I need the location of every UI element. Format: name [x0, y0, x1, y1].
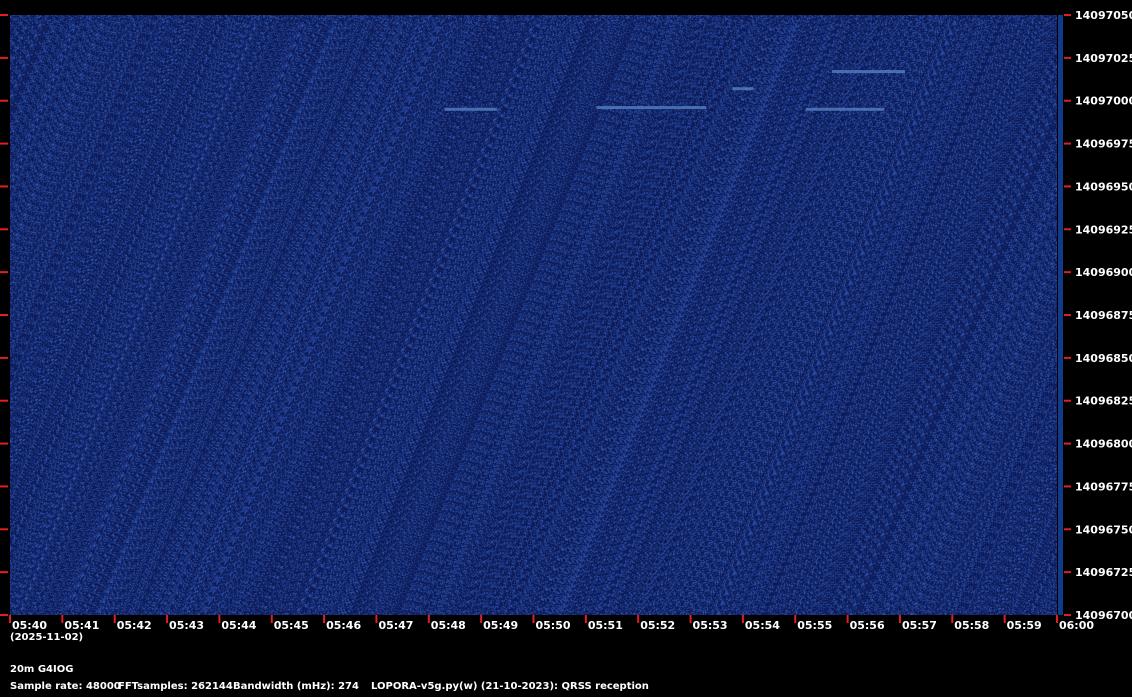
y-tick-label: 14096750	[1075, 523, 1132, 536]
fft-samples-text: FFTsamples: 262144	[118, 681, 233, 692]
y-tick-label: 14096725	[1075, 566, 1132, 579]
x-tick-label: 05:42	[117, 619, 152, 632]
x-axis: 05:40 05:41 05:42 05:43 05:44 05:45 05:46 05:47…	[9, 615, 1094, 632]
signal-trace	[831, 70, 906, 74]
y-tick-label: 14096775	[1075, 480, 1132, 493]
y-tick-label: 14096825	[1075, 395, 1132, 408]
software-text: LOPORA-v5g.py(w) (21-10-2023): QRSS rece…	[371, 681, 649, 692]
signal-trace	[732, 87, 754, 91]
y-tick-label: 14097025	[1075, 52, 1132, 65]
x-tick-label: 05:51	[588, 619, 623, 632]
x-tick-label: 05:40	[12, 619, 47, 632]
x-tick-label: 05:46	[326, 619, 361, 632]
x-tick-label: 06:00	[1059, 619, 1094, 632]
y-tick-label: 14096800	[1075, 438, 1132, 451]
x-tick-label: 05:43	[169, 619, 204, 632]
x-tick-label: 05:49	[483, 619, 518, 632]
y-tick-label: 14096925	[1075, 223, 1132, 236]
y-tick-label: 14096950	[1075, 180, 1132, 193]
x-tick-label: 05:59	[1007, 619, 1042, 632]
signal-trace	[596, 106, 707, 110]
x-tick-label: 05:55	[797, 619, 832, 632]
signal-trace	[805, 107, 885, 111]
x-tick-label: 05:48	[431, 619, 466, 632]
y-tick-label: 14096900	[1075, 266, 1132, 279]
chart-axes: 14097050 14097025 14097000 14096975 14096950…	[0, 9, 1132, 632]
y-tick-label: 14096975	[1075, 138, 1132, 151]
date-label: (2025-11-02)	[10, 632, 84, 643]
station-label: 20m G4IOG	[10, 664, 74, 675]
x-tick-label: 05:56	[850, 619, 885, 632]
x-tick-label: 05:41	[64, 619, 99, 632]
x-tick-label: 05:57	[902, 619, 937, 632]
x-tick-label: 05:54	[745, 619, 780, 632]
sample-rate-text: Sample rate: 48000	[10, 681, 121, 692]
x-tick-label: 05:58	[954, 619, 989, 632]
y-tick-label: 14097000	[1075, 95, 1132, 108]
y-tick-label: 14096875	[1075, 309, 1132, 322]
x-tick-label: 05:47	[378, 619, 413, 632]
y-tick-label: 14097050	[1075, 9, 1132, 22]
x-tick-label: 05:44	[221, 619, 256, 632]
signal-traces	[444, 70, 906, 111]
x-tick-label: 05:52	[640, 619, 675, 632]
x-tick-label: 05:50	[536, 619, 571, 632]
y-tick-label: 14096850	[1075, 352, 1132, 365]
bandwidth-text: Bandwidth (mHz): 274	[233, 681, 359, 692]
x-tick-label: 05:53	[693, 619, 728, 632]
signal-trace	[444, 107, 497, 111]
y-axis: 14097050 14097025 14097000 14096975 14096950…	[0, 9, 1132, 622]
x-tick-label: 05:45	[274, 619, 309, 632]
